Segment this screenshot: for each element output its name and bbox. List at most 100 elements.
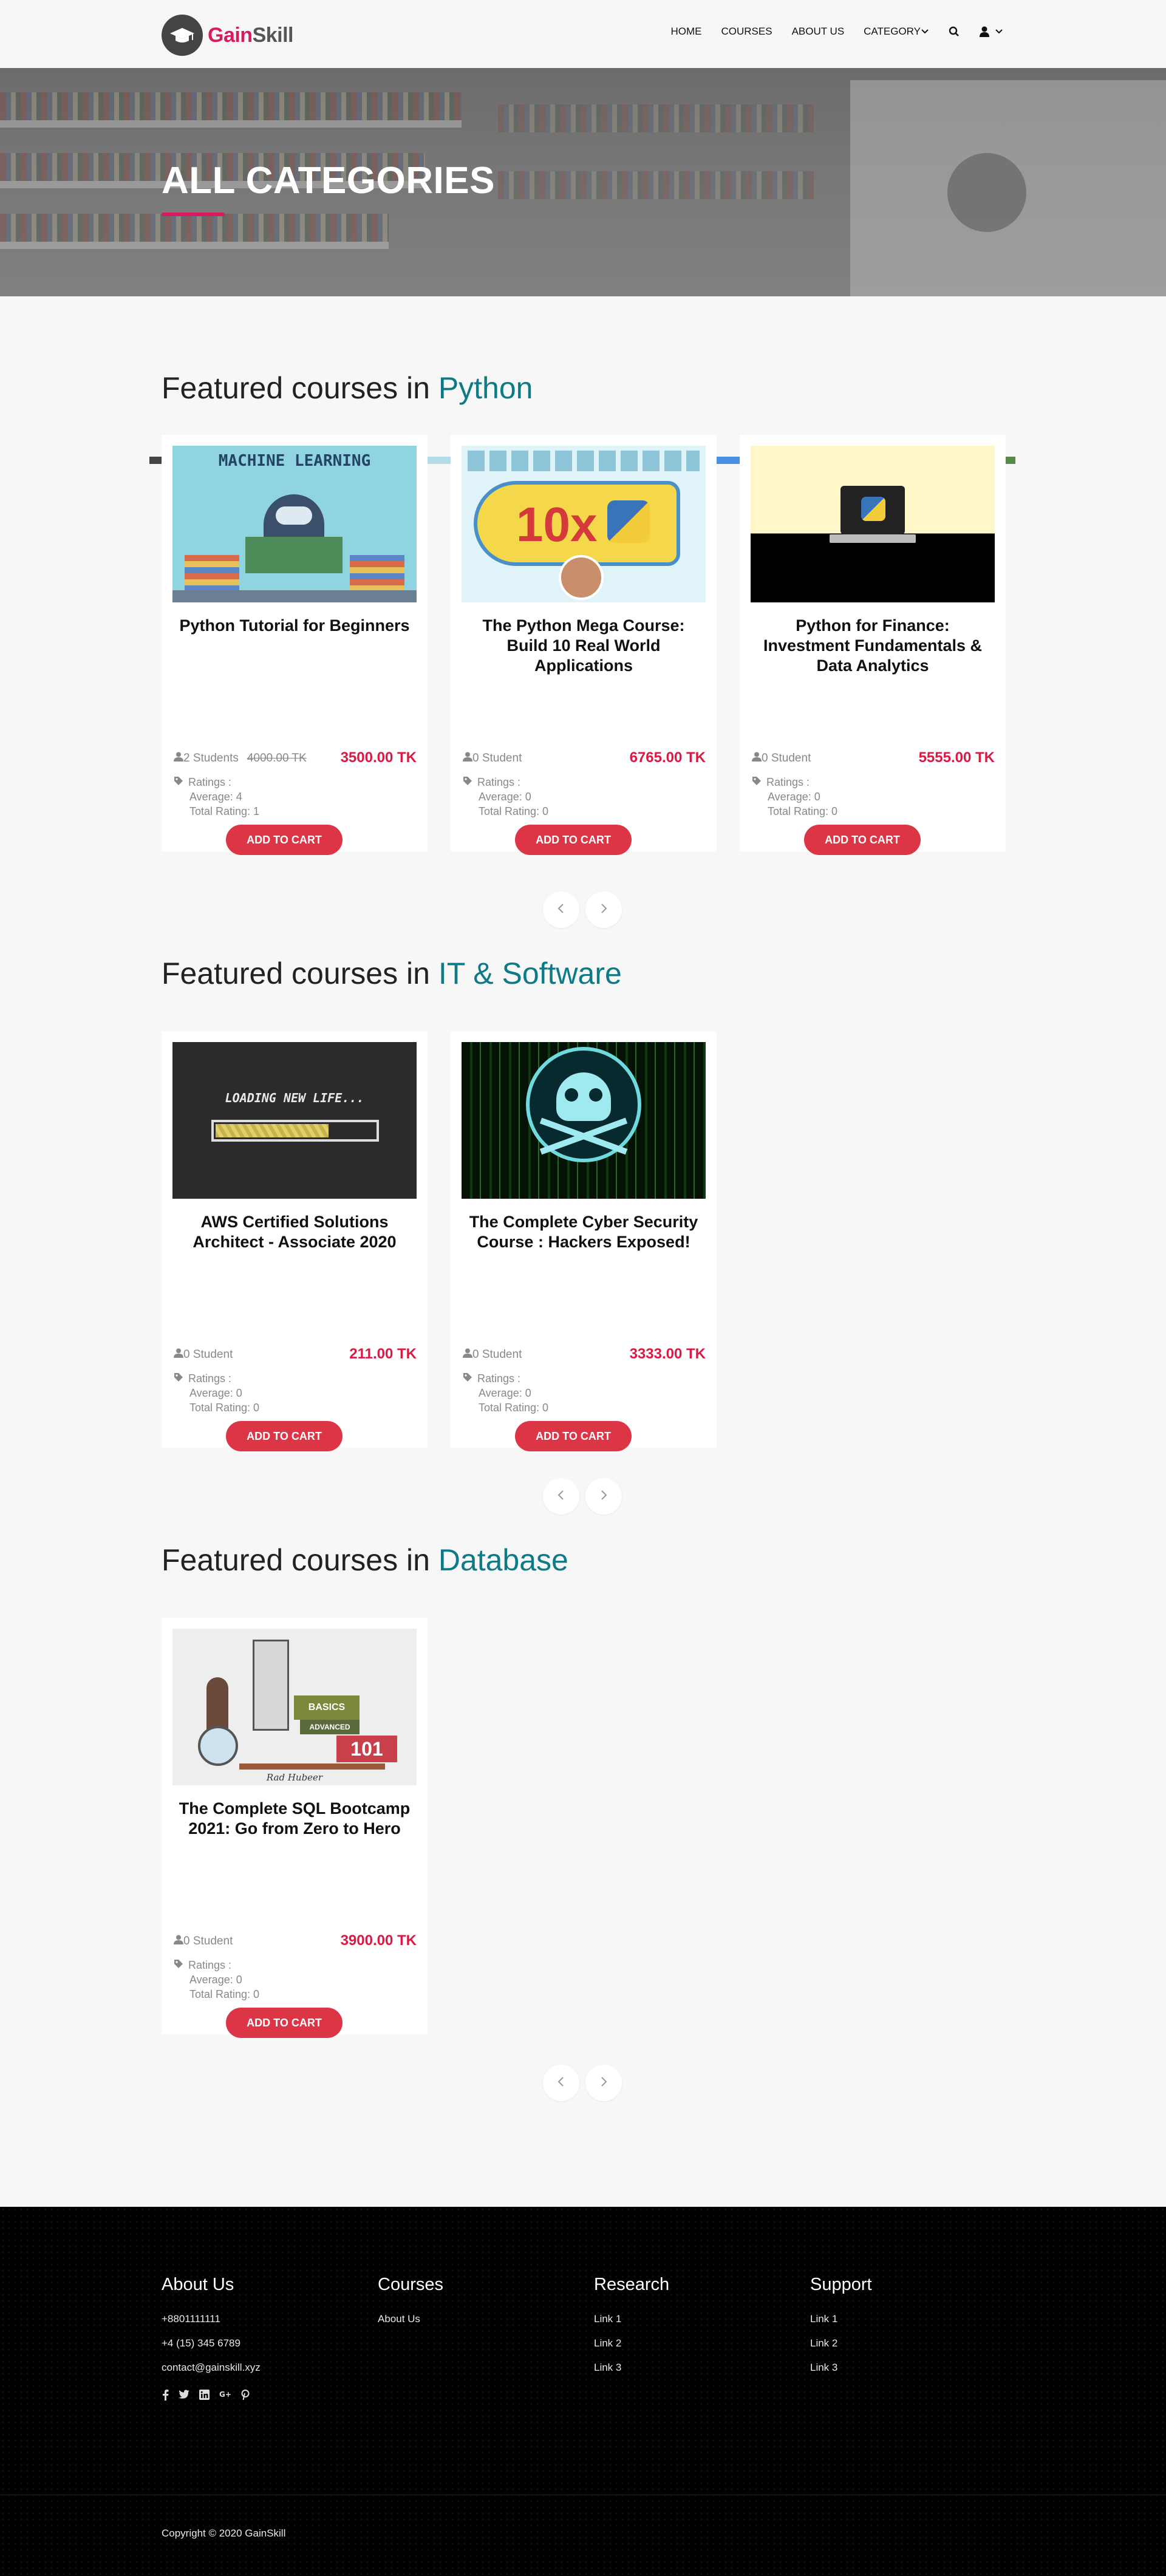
ratings-average: Average: 0	[479, 1387, 531, 1399]
student-count-text: 0 Student	[183, 1935, 233, 1947]
footer-link[interactable]: Link 1	[810, 2313, 872, 2325]
add-to-cart-button[interactable]: ADD TO CART	[226, 1421, 343, 1451]
course-card[interactable]: LOADING NEW LIFE... AWS Certified Soluti…	[162, 1031, 428, 1451]
course-thumbnail: MACHINE LEARNING	[172, 446, 417, 602]
course-thumbnail: BASICS ADVANCED 101 Rad Hubeer	[172, 1629, 417, 1785]
main-nav: HOME COURSES ABOUT US CATEGORY	[670, 26, 1003, 38]
google-plus-icon[interactable]: G+	[219, 2390, 231, 2401]
course-ratings: Ratings : Average: 0 Total Rating: 0	[463, 1371, 548, 1415]
user-icon	[752, 752, 762, 765]
user-icon	[463, 1348, 472, 1361]
chevron-left-icon	[557, 1489, 565, 1504]
footer-phone[interactable]: +4 (15) 345 6789	[162, 2337, 261, 2349]
chevron-right-icon	[599, 2076, 608, 2091]
ratings-total: Total Rating: 1	[189, 805, 260, 817]
ratings-label: Ratings :	[766, 776, 810, 788]
footer-email[interactable]: contact@gainskill.xyz	[162, 2362, 261, 2374]
chevron-down-icon	[921, 29, 929, 35]
add-to-cart-button[interactable]: ADD TO CART	[804, 825, 921, 855]
section-prefix: Featured courses in	[162, 1543, 430, 1577]
footer-link[interactable]: Link 1	[594, 2313, 669, 2325]
thumbnail-books-stack	[185, 555, 239, 591]
course-card[interactable]: 10x The Python Mega Course: Build 10 Rea…	[451, 435, 717, 855]
course-title[interactable]: The Complete Cyber Security Course : Hac…	[463, 1212, 704, 1252]
add-to-cart-button[interactable]: ADD TO CART	[515, 1421, 632, 1451]
footer-about: About Us +8801111111 +4 (15) 345 6789 co…	[162, 2275, 261, 2401]
ratings-label: Ratings :	[188, 1959, 232, 1971]
carousel-prev-button[interactable]	[543, 1478, 579, 1515]
section-prefix: Featured courses in	[162, 956, 430, 990]
thumbnail-shelf	[239, 1763, 385, 1770]
student-count-text: 0 Student	[762, 752, 811, 765]
thumbnail-books-stack	[350, 555, 404, 591]
pinterest-icon[interactable]	[241, 2390, 250, 2401]
ratings-label: Ratings :	[188, 1372, 232, 1385]
add-to-cart-button[interactable]: ADD TO CART	[515, 825, 632, 855]
footer-link[interactable]: Link 3	[810, 2362, 872, 2374]
footer-link[interactable]: Link 2	[810, 2337, 872, 2349]
logo-text: GainSkill	[208, 23, 294, 47]
site-header: GainSkill HOME COURSES ABOUT US CATEGORY	[0, 0, 1166, 68]
course-title[interactable]: The Complete SQL Bootcamp 2021: Go from …	[174, 1799, 415, 1839]
course-title[interactable]: Python for Finance: Investment Fundament…	[752, 616, 994, 676]
python-logo-icon	[607, 500, 650, 543]
add-to-cart-button[interactable]: ADD TO CART	[226, 2008, 343, 2038]
footer-phone[interactable]: +8801111111	[162, 2313, 261, 2325]
search-button[interactable]	[949, 26, 960, 37]
carousel-pager	[543, 1478, 628, 1515]
section-category: IT & Software	[438, 956, 622, 990]
carousel-next-button[interactable]	[585, 891, 622, 928]
tag-icon	[174, 775, 183, 789]
nav-home[interactable]: HOME	[670, 26, 701, 38]
course-card[interactable]: The Complete Cyber Security Course : Hac…	[451, 1031, 717, 1451]
student-count: 2 Students 4000.00 TK	[174, 752, 307, 765]
course-price: 3500.00 TK	[340, 749, 417, 766]
carousel-prev-button[interactable]	[543, 891, 579, 928]
ratings-total: Total Rating: 0	[768, 805, 838, 817]
user-menu-button[interactable]	[979, 26, 1003, 37]
nav-category-dropdown[interactable]: CATEGORY	[864, 26, 929, 38]
site-logo[interactable]: GainSkill	[162, 15, 294, 56]
skull-eye	[589, 1088, 602, 1102]
book-advanced: ADVANCED	[300, 1720, 360, 1734]
clock-icon	[198, 1726, 238, 1766]
course-card[interactable]: Python for Finance: Investment Fundament…	[740, 435, 1006, 855]
twitter-icon[interactable]	[179, 2390, 189, 2401]
course-title[interactable]: The Python Mega Course: Build 10 Real Wo…	[463, 616, 704, 676]
logo-gain: Gain	[208, 23, 253, 47]
social-links: G+	[162, 2390, 261, 2401]
section-title-it-software: Featured courses in IT & Software	[162, 956, 622, 991]
carousel-next-button[interactable]	[585, 1478, 622, 1515]
student-count: 0 Student	[174, 1348, 233, 1361]
footer-link[interactable]: Link 3	[594, 2362, 669, 2374]
course-thumbnail: 10x	[462, 446, 706, 602]
course-title[interactable]: AWS Certified Solutions Architect - Asso…	[174, 1212, 415, 1252]
chevron-right-icon	[599, 902, 608, 918]
ratings-label: Ratings :	[477, 1372, 521, 1385]
course-card[interactable]: MACHINE LEARNING Python Tutorial for Beg…	[162, 435, 428, 855]
carousel-prev-button[interactable]	[543, 2065, 579, 2101]
nav-courses[interactable]: COURSES	[721, 26, 772, 38]
thumbnail-text: 10x	[516, 497, 598, 551]
add-to-cart-button[interactable]: ADD TO CART	[226, 825, 343, 855]
nav-about[interactable]: ABOUT US	[792, 26, 845, 38]
footer-heading: Research	[594, 2275, 670, 2294]
footer-link[interactable]: About Us	[378, 2313, 443, 2325]
footer-heading: Support	[810, 2275, 872, 2294]
logo-skill: Skill	[252, 23, 294, 47]
student-count: 0 Student	[174, 1935, 233, 1948]
linkedin-icon[interactable]	[199, 2390, 210, 2401]
course-ratings: Ratings : Average: 0 Total Rating: 0	[174, 1371, 259, 1415]
thumbnail-text: MACHINE LEARNING	[218, 452, 371, 470]
site-footer: About Us +8801111111 +4 (15) 345 6789 co…	[0, 2207, 1166, 2576]
course-card[interactable]: BASICS ADVANCED 101 Rad Hubeer The Compl…	[162, 1618, 428, 2038]
section-prefix: Featured courses in	[162, 371, 430, 405]
chevron-right-icon	[599, 1489, 608, 1504]
chevron-down-icon	[995, 29, 1003, 35]
facebook-icon[interactable]	[162, 2390, 169, 2401]
footer-link[interactable]: Link 2	[594, 2337, 669, 2349]
ratings-total: Total Rating: 0	[189, 1988, 260, 2000]
course-title[interactable]: Python Tutorial for Beginners	[174, 616, 415, 636]
tag-icon	[463, 1371, 472, 1386]
carousel-next-button[interactable]	[585, 2065, 622, 2101]
